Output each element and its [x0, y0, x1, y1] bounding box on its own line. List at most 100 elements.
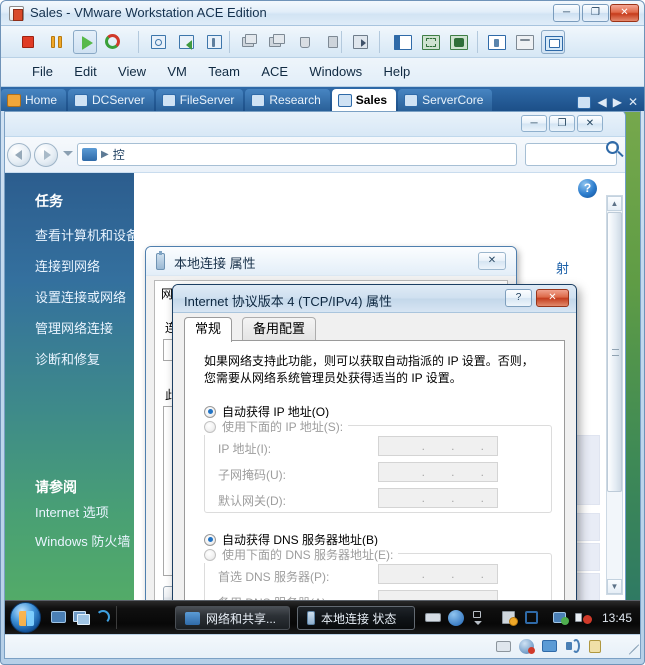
sidebar-item-view-computers[interactable]: 查看计算机和设备 [5, 219, 139, 250]
tab-alternate-config[interactable]: 备用配置 [242, 317, 317, 341]
tab-dcserver[interactable]: DCServer [68, 89, 154, 111]
lan-dialog-close-button[interactable]: ✕ [478, 252, 506, 270]
menu-vm[interactable]: VM [158, 58, 196, 85]
address-bar[interactable]: ▶ 控 [77, 143, 517, 166]
tab-label: Sales [355, 93, 388, 107]
taskbar-button-network-sharing[interactable]: 网络和共享... [175, 606, 290, 630]
floppy-icon[interactable] [496, 639, 512, 654]
vm-settings-icon[interactable] [349, 30, 373, 54]
sidebar-item-windows-firewall[interactable]: Windows 防火墙 [5, 525, 130, 556]
label-subnet-mask: 子网掩码(U): [218, 468, 286, 482]
scroll-down-icon[interactable]: ▼ [607, 579, 622, 594]
show-desktop-icon[interactable] [51, 609, 68, 626]
tab-close-button[interactable]: ✕ [628, 95, 638, 109]
clone-multiple-icon[interactable] [265, 30, 289, 54]
vm-icon[interactable] [577, 95, 592, 109]
tab-research[interactable]: Research [245, 89, 330, 111]
network-icon[interactable] [542, 639, 558, 654]
tab-fileserver[interactable]: FileServer [155, 89, 244, 111]
switch-window-icon[interactable] [73, 609, 90, 626]
help-icon[interactable] [448, 610, 464, 626]
close-button[interactable]: ✕ [610, 4, 639, 22]
search-input[interactable] [525, 143, 617, 166]
guest-vm-screen[interactable]: ─ ❐ ✕ ▶ 控 任务 查看计算机和设备 连接到网络 设置连接或网络 管理网络… [4, 111, 641, 659]
taskbar-button-label: 网络和共享... [206, 611, 277, 626]
menu-edit[interactable]: Edit [65, 58, 105, 85]
explorer-maximize-button[interactable]: ❐ [549, 115, 575, 132]
snapshot-manager-icon[interactable] [203, 30, 227, 54]
full-screen-icon[interactable] [447, 30, 471, 54]
scroll-up-icon[interactable]: ▲ [607, 196, 622, 211]
keyboard-icon[interactable] [425, 610, 441, 626]
windows-start-orb[interactable] [10, 602, 41, 633]
reset-icon[interactable] [101, 30, 125, 54]
menu-file[interactable]: File [23, 58, 62, 85]
tab-general[interactable]: 常规 [184, 317, 233, 342]
help-icon[interactable]: ? [578, 179, 597, 198]
sidebar-toggle-icon[interactable] [391, 30, 415, 54]
delete-vm-icon[interactable] [293, 30, 317, 54]
internet-explorer-icon[interactable] [95, 609, 112, 626]
tab-next-button[interactable]: ▶ [613, 95, 622, 109]
disk-icon[interactable] [519, 639, 535, 654]
tab-prev-button[interactable]: ◀ [597, 95, 606, 109]
power-on-icon[interactable] [73, 30, 97, 54]
sidebar-item-connect-network[interactable]: 连接到网络 [5, 250, 134, 281]
snapshot-revert-icon[interactable] [175, 30, 199, 54]
menu-ace[interactable]: ACE [252, 58, 297, 85]
clock[interactable]: 13:45 [602, 611, 632, 625]
input-default-gateway[interactable]: ... [378, 488, 498, 508]
overflow-chevron-icon[interactable] [470, 610, 486, 626]
chevron-down-icon[interactable] [63, 151, 73, 156]
scrollbar-thumb[interactable] [607, 212, 622, 492]
menu-team[interactable]: Team [199, 58, 249, 85]
menu-help[interactable]: Help [375, 58, 420, 85]
vm-icon [161, 93, 176, 107]
explorer-close-button[interactable]: ✕ [577, 115, 603, 132]
input-subnet-mask[interactable]: ... [378, 462, 498, 482]
radio-indicator [204, 405, 216, 418]
search-icon[interactable] [606, 141, 619, 154]
sound-icon[interactable] [565, 639, 581, 654]
multiple-windows-icon[interactable] [541, 30, 565, 54]
menu-windows[interactable]: Windows [300, 58, 371, 85]
explorer-minimize-button[interactable]: ─ [521, 115, 547, 132]
back-arrow-icon[interactable] [7, 143, 31, 167]
radio-indicator [204, 548, 216, 561]
taskbar-button-lan-status[interactable]: 本地连接 状态 [297, 606, 415, 630]
security-alert-icon[interactable] [502, 610, 518, 626]
minimize-button[interactable]: ─ [553, 4, 580, 22]
taskbar-separator [116, 606, 117, 629]
network-icon[interactable] [553, 610, 569, 626]
input-ip-address[interactable]: ... [378, 436, 498, 456]
ipv4-close-button[interactable]: ✕ [536, 289, 569, 307]
label-default-gateway: 默认网关(D): [218, 494, 286, 508]
radio-use-following-ip[interactable]: 使用下面的 IP 地址(S): [204, 418, 349, 435]
sidebar-item-internet-options[interactable]: Internet 选项 [5, 496, 109, 527]
resize-grip-icon[interactable] [627, 643, 640, 655]
snapshot-take-icon[interactable] [147, 30, 171, 54]
tab-home[interactable]: Home [1, 89, 67, 111]
suspend-icon[interactable] [45, 30, 69, 54]
help-button[interactable]: ? [505, 289, 532, 307]
sidebar-item-diagnose-repair[interactable]: 诊断和修复 [5, 343, 134, 374]
sidebar-item-manage-connections[interactable]: 管理网络连接 [5, 312, 134, 343]
volume-muted-icon[interactable] [575, 610, 592, 626]
tab-sales[interactable]: Sales [331, 89, 397, 111]
fit-window-icon[interactable] [419, 30, 443, 54]
console-view-icon[interactable] [513, 30, 537, 54]
input-preferred-dns[interactable]: ... [378, 564, 498, 584]
sidebar-item-setup-connection[interactable]: 设置连接或网络 [5, 281, 134, 312]
maximize-button[interactable]: ❐ [582, 4, 609, 22]
menu-view[interactable]: View [109, 58, 155, 85]
radio-use-following-dns[interactable]: 使用下面的 DNS 服务器地址(E): [204, 546, 399, 563]
preferences-icon[interactable] [485, 30, 509, 54]
forward-arrow-icon[interactable] [34, 143, 58, 167]
clone-icon[interactable] [237, 30, 261, 54]
vertical-scrollbar[interactable]: ▲ ▼ [606, 195, 623, 595]
power-off-icon[interactable] [17, 30, 41, 54]
usb-icon[interactable] [588, 639, 604, 654]
vmware-tools-icon[interactable] [524, 610, 540, 626]
sidebar-tasks-heading: 任务 [35, 193, 63, 209]
tab-servercore[interactable]: ServerCore [398, 89, 493, 111]
